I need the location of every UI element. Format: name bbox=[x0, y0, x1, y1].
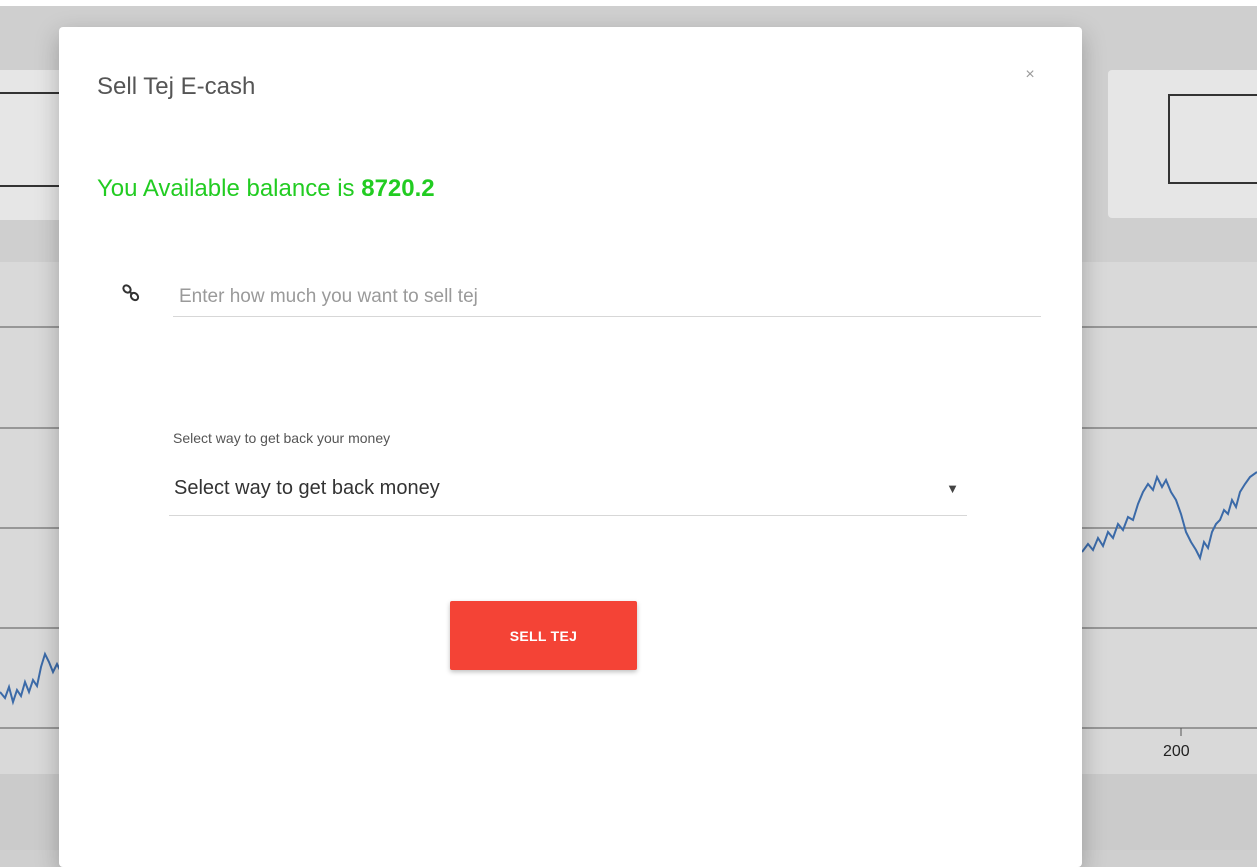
sell-amount-input[interactable] bbox=[173, 277, 1041, 317]
amount-field-row bbox=[119, 277, 1044, 322]
chart-tick-label: 200 bbox=[1163, 743, 1190, 760]
link-icon bbox=[119, 281, 143, 305]
close-button[interactable]: × bbox=[1020, 65, 1040, 85]
chart-series-right bbox=[1081, 471, 1257, 561]
balance-prefix: You Available balance is bbox=[97, 175, 355, 202]
select-value: Select way to get back money bbox=[174, 477, 440, 499]
chart-series-left bbox=[0, 651, 61, 706]
available-balance: You Available balance is 8720.2 bbox=[97, 175, 435, 203]
sell-tej-button[interactable]: SELL TEJ bbox=[450, 601, 637, 670]
close-icon: × bbox=[1025, 66, 1035, 83]
money-method-label: Select way to get back your money bbox=[173, 430, 391, 446]
sell-tej-modal: Sell Tej E-cash × You Available balance … bbox=[59, 27, 1082, 867]
background-card-right bbox=[1108, 70, 1257, 218]
modal-title: Sell Tej E-cash bbox=[97, 73, 256, 100]
page-top-band bbox=[0, 0, 1257, 6]
money-method-select[interactable]: Select way to get back money ▼ bbox=[169, 471, 967, 516]
background-card-left bbox=[0, 70, 60, 220]
card-line bbox=[0, 185, 60, 187]
card-line bbox=[0, 92, 60, 94]
card-box bbox=[1168, 94, 1257, 184]
balance-value: 8720.2 bbox=[361, 175, 435, 202]
caret-down-icon: ▼ bbox=[946, 481, 959, 496]
